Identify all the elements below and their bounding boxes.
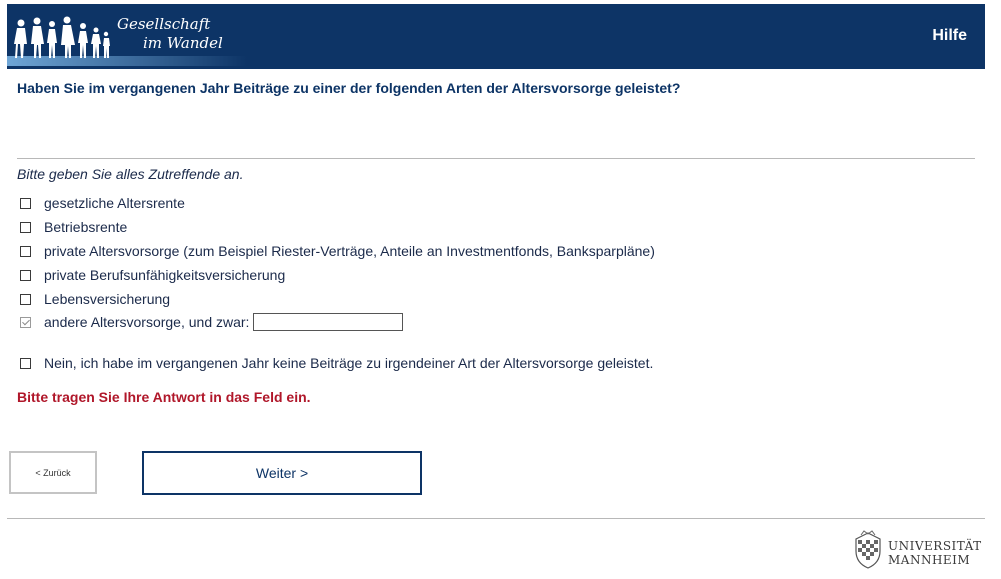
checkbox[interactable] bbox=[20, 357, 31, 369]
divider bbox=[17, 158, 975, 159]
checkbox[interactable] bbox=[20, 197, 31, 209]
logo-title-line1: Gesellschaft bbox=[117, 15, 211, 33]
university-name-line1: UNIVERSITÄT bbox=[888, 539, 982, 553]
checkbox[interactable] bbox=[20, 221, 31, 233]
option-label: private Altersvorsorge (zum Beispiel Rie… bbox=[44, 243, 655, 259]
option-lebensversicherung[interactable]: Lebensversicherung bbox=[20, 290, 170, 308]
option-label: private Berufsunfähigkeitsversicherung bbox=[44, 267, 286, 283]
university-logo: UNIVERSITÄT MANNHEIM bbox=[852, 529, 987, 571]
university-name-line2: MANNHEIM bbox=[888, 553, 971, 567]
footer-divider bbox=[7, 518, 985, 519]
option-nein-keine-beitraege[interactable]: Nein, ich habe im vergangenen Jahr keine… bbox=[20, 354, 653, 372]
checkbox[interactable] bbox=[20, 293, 31, 305]
option-gesetzliche-altersrente[interactable]: gesetzliche Altersrente bbox=[20, 194, 185, 212]
help-link[interactable]: Hilfe bbox=[932, 27, 967, 45]
option-label: gesetzliche Altersrente bbox=[44, 195, 185, 211]
option-label: Betriebsrente bbox=[44, 219, 128, 235]
header-bar: Gesellschaft im Wandel Hilfe bbox=[7, 4, 985, 69]
option-private-altersvorsorge[interactable]: private Altersvorsorge (zum Beispiel Rie… bbox=[20, 242, 655, 260]
option-label: Lebensversicherung bbox=[44, 291, 171, 307]
error-message: Bitte tragen Sie Ihre Antwort in das Fel… bbox=[17, 389, 311, 405]
checkbox[interactable] bbox=[20, 245, 31, 257]
other-specify-input[interactable] bbox=[253, 313, 404, 331]
survey-logo[interactable]: Gesellschaft im Wandel bbox=[7, 4, 247, 69]
option-label: Nein, ich habe im vergangenen Jahr keine… bbox=[44, 355, 654, 371]
university-crest-icon bbox=[855, 530, 881, 569]
question-text: Haben Sie im vergangenen Jahr Beiträge z… bbox=[17, 80, 681, 96]
option-betriebsrente[interactable]: Betriebsrente bbox=[20, 218, 127, 236]
back-button[interactable]: < Zurück bbox=[9, 451, 97, 494]
option-berufsunfaehigkeitsversicherung[interactable]: private Berufsunfähigkeitsversicherung bbox=[20, 266, 285, 284]
checkbox-checked[interactable] bbox=[20, 316, 31, 328]
checkbox[interactable] bbox=[20, 269, 31, 281]
logo-title-line2: im Wandel bbox=[143, 34, 223, 52]
option-label: andere Altersvorsorge, und zwar: bbox=[44, 314, 250, 330]
instruction-text: Bitte geben Sie alles Zutreffende an. bbox=[17, 166, 244, 182]
option-andere-altersvorsorge[interactable]: andere Altersvorsorge, und zwar: bbox=[20, 313, 404, 331]
next-button[interactable]: Weiter > bbox=[142, 451, 422, 495]
